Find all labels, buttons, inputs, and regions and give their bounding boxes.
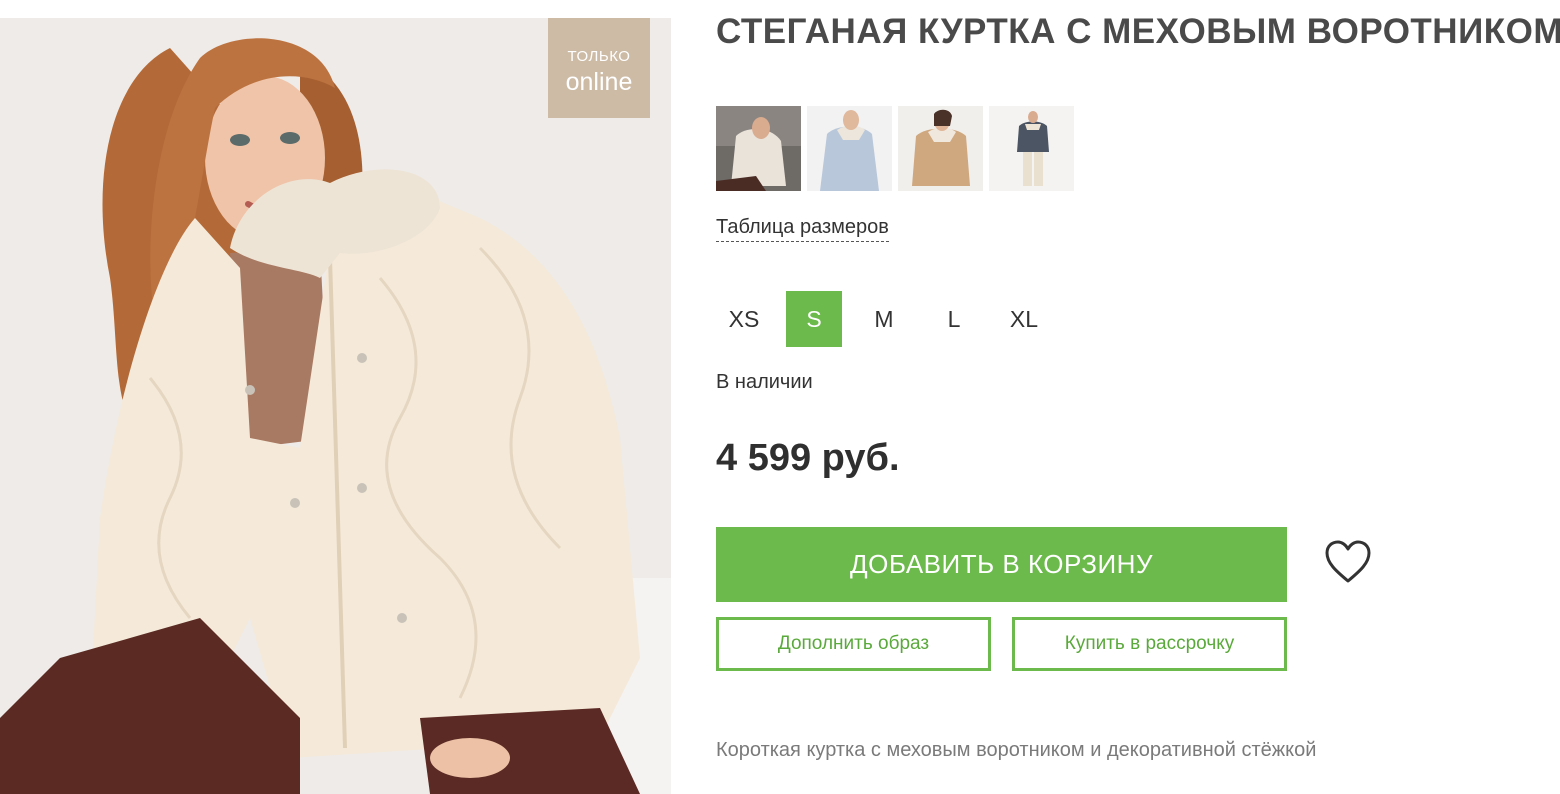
badge-line2: online <box>565 68 633 96</box>
size-option-l[interactable]: L <box>926 291 982 347</box>
availability-status: В наличии <box>716 371 813 393</box>
size-option-xs[interactable]: XS <box>716 291 772 347</box>
size-selector: XS S M L XL <box>716 291 1052 347</box>
thumbnail-3[interactable] <box>898 106 983 191</box>
thumbnail-image <box>898 106 983 191</box>
add-to-cart-button[interactable]: ДОБАВИТЬ В КОРЗИНУ <box>716 527 1287 602</box>
product-title: СТЕГАНАЯ КУРТКА С МЕХОВЫМ ВОРОТНИКОМ <box>716 12 1560 51</box>
size-option-s[interactable]: S <box>786 291 842 347</box>
model-photo <box>0 18 671 794</box>
thumbnail-image <box>716 106 801 191</box>
complete-look-button[interactable]: Дополнить образ <box>716 617 991 671</box>
thumbnail-gallery <box>716 106 1074 191</box>
thumbnail-1[interactable] <box>716 106 801 191</box>
online-only-badge: ТОЛЬКО online <box>548 18 650 118</box>
main-product-image[interactable]: ТОЛЬКО online <box>0 18 671 794</box>
thumbnail-2[interactable] <box>807 106 892 191</box>
size-table-link[interactable]: Таблица размеров <box>716 216 889 242</box>
badge-line1: ТОЛЬКО <box>567 48 631 65</box>
size-option-m[interactable]: M <box>856 291 912 347</box>
thumbnail-image <box>807 106 892 191</box>
buy-installment-button[interactable]: Купить в рассрочку <box>1012 617 1287 671</box>
thumbnail-4[interactable] <box>989 106 1074 191</box>
product-description: Короткая куртка с меховым воротником и д… <box>716 739 1317 761</box>
product-price: 4 599 руб. <box>716 437 900 479</box>
size-option-xl[interactable]: XL <box>996 291 1052 347</box>
heart-icon <box>1325 540 1371 583</box>
favorite-button[interactable] <box>1322 538 1374 586</box>
product-page: ТОЛЬКО online СТЕГАНАЯ КУРТКА С МЕХОВЫМ … <box>0 0 1560 794</box>
thumbnail-image <box>989 106 1074 191</box>
